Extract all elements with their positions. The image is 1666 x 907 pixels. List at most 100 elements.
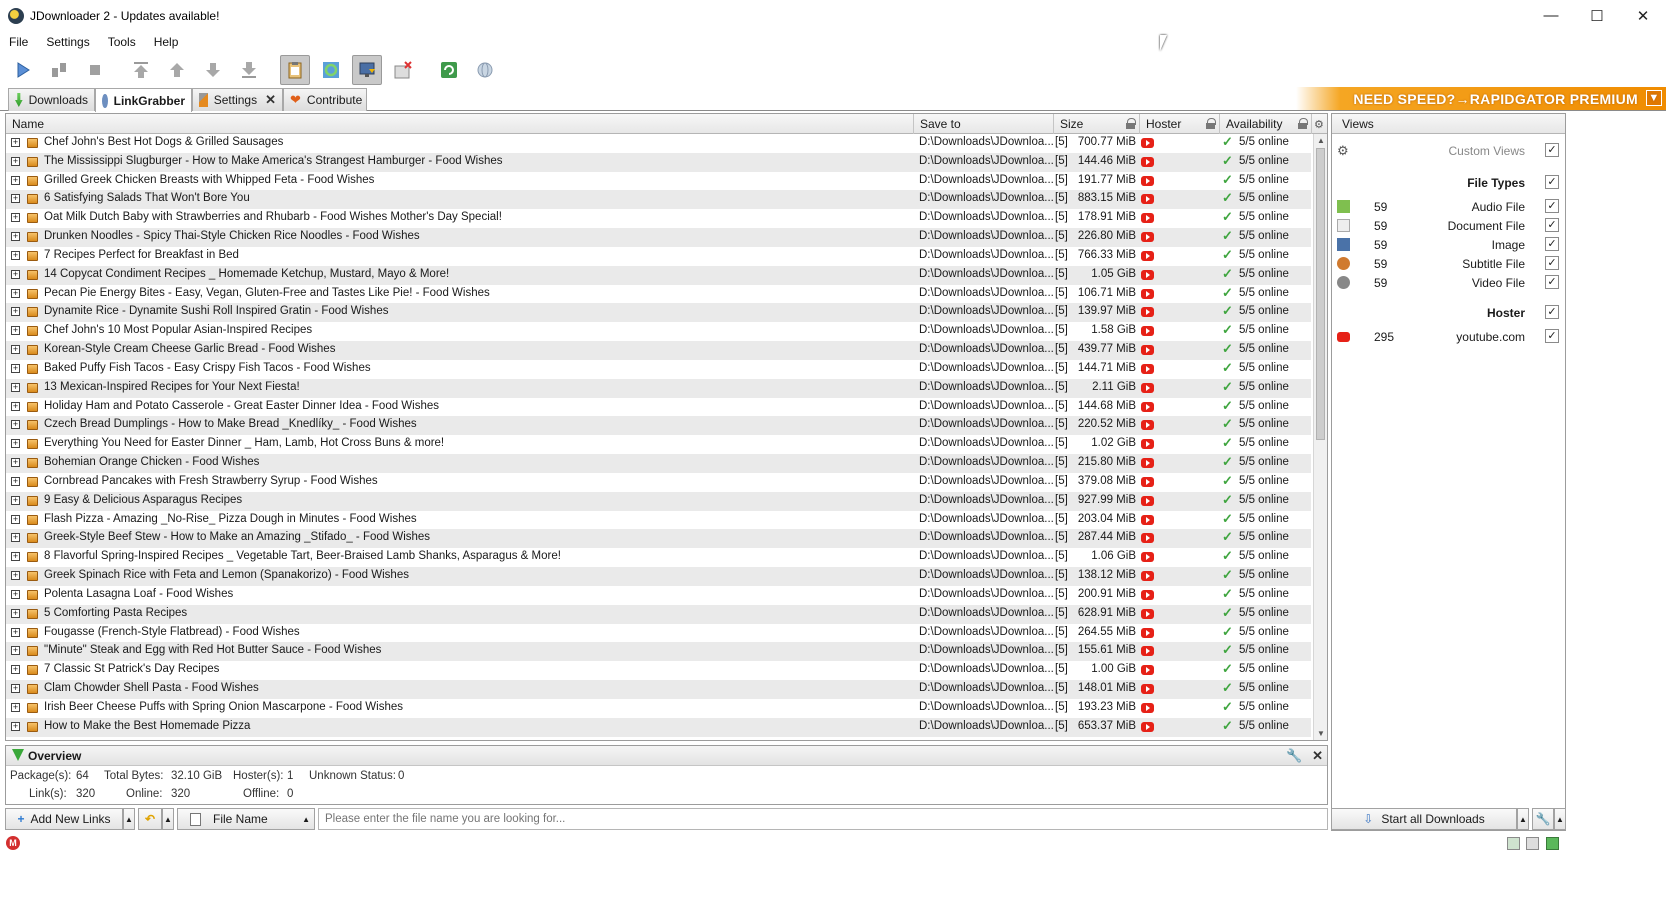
expand-icon[interactable]: + (11, 382, 20, 392)
custom-views-checkbox[interactable]: ✓ (1545, 143, 1559, 157)
column-hoster[interactable]: Hoster (1140, 114, 1220, 134)
table-row[interactable]: + Bohemian Orange Chicken - Food Wishes D:… (6, 454, 1311, 473)
expand-icon[interactable]: + (11, 250, 20, 260)
table-row[interactable]: + The Mississippi Slugburger - How to Mak… (6, 152, 1311, 172)
move-to-bottom-button[interactable] (234, 55, 264, 85)
table-row[interactable]: + Czech Bread Dumplings - How to Make Bre… (6, 416, 1311, 436)
table-row[interactable]: +13 Mexican-Inspired Recipes for Your Ne… (6, 378, 1311, 398)
expand-icon[interactable]: + (11, 138, 20, 147)
auto-start-button[interactable] (352, 55, 382, 85)
expand-icon[interactable]: + (11, 213, 20, 223)
scroll-up-icon[interactable]: ▲ (1317, 136, 1325, 145)
pause-downloads-button[interactable] (44, 55, 74, 85)
table-row[interactable]: +14 Copycat Condiment Recipes _ Homemade… (6, 265, 1311, 285)
move-to-top-button[interactable] (126, 55, 156, 85)
tab-downloads[interactable]: Downloads (8, 88, 95, 111)
expand-icon[interactable]: + (11, 552, 20, 562)
maximize-button[interactable]: ☐ (1574, 0, 1620, 31)
table-row[interactable]: + Everything You Need for Easter Dinner _… (6, 435, 1311, 454)
expand-icon[interactable]: + (11, 439, 20, 449)
expand-icon[interactable]: + (11, 175, 20, 185)
expand-icon[interactable]: + (11, 684, 20, 694)
table-row[interactable]: + Dynamite Rice - Dynamite Sushi Roll Ins… (6, 303, 1311, 323)
expand-icon[interactable]: + (11, 288, 20, 298)
undo-button[interactable]: ↶ (138, 808, 162, 830)
expand-icon[interactable]: + (11, 269, 20, 279)
table-row[interactable]: +7 Recipes Perfect for Breakfast in Bed D… (6, 247, 1311, 266)
tray-icon-3[interactable] (1546, 837, 1559, 850)
file-type-checkbox[interactable]: ✓ (1545, 199, 1559, 213)
expand-icon[interactable]: + (11, 721, 20, 731)
expand-icon[interactable]: + (11, 458, 20, 468)
menu-file[interactable]: File (0, 35, 37, 49)
file-type-row[interactable]: 59 Document File ✓ (1332, 216, 1565, 235)
table-row[interactable]: + Greek Spinach Rice with Feta and Lemon … (6, 567, 1311, 586)
scrollbar-thumb[interactable] (1316, 148, 1325, 440)
table-row[interactable]: + Holiday Ham and Potato Casserole - Grea… (6, 398, 1311, 417)
table-row[interactable]: + Drunken Noodles - Spicy Thai-Style Chic… (6, 228, 1311, 247)
file-type-row[interactable]: 59 Video File ✓ (1332, 273, 1565, 292)
table-row[interactable]: + Polenta Lasagna Loaf - Food Wishes D:\Do… (6, 586, 1311, 605)
premium-banner[interactable]: NEED SPEED?→RAPIDGATOR PREMIUM ▼ (1296, 87, 1666, 110)
expand-icon[interactable]: + (11, 533, 20, 543)
column-size[interactable]: Size (1054, 114, 1140, 134)
table-row[interactable]: + Clam Chowder Shell Pasta - Food Wishes D… (6, 680, 1311, 699)
expand-icon[interactable]: + (11, 363, 20, 373)
hoster-youtube-row[interactable]: 295 youtube.com ✓ (1332, 327, 1565, 346)
tab-contribute[interactable]: ❤ Contribute (283, 88, 367, 111)
custom-views-row[interactable]: ⚙ Custom Views ✓ (1332, 141, 1565, 160)
file-type-checkbox[interactable]: ✓ (1545, 256, 1559, 270)
tools-button[interactable]: 🔧 (1532, 808, 1554, 830)
vertical-scrollbar[interactable]: ▲ ▼ (1313, 134, 1327, 740)
menu-settings[interactable]: Settings (37, 35, 98, 49)
expand-icon[interactable]: + (11, 627, 20, 637)
table-row[interactable]: + Fougasse (French-Style Flatbread) - Foo… (6, 624, 1311, 643)
expand-icon[interactable]: + (11, 156, 20, 166)
undo-dropdown[interactable]: ▲ (162, 808, 174, 830)
column-name[interactable]: Name (6, 114, 914, 134)
expand-icon[interactable]: + (11, 401, 20, 411)
expand-icon[interactable]: + (11, 194, 20, 204)
expand-icon[interactable]: + (11, 232, 20, 242)
expand-icon[interactable]: + (11, 476, 20, 486)
add-links-dropdown[interactable]: ▲ (123, 808, 135, 830)
expand-icon[interactable]: + (11, 702, 20, 712)
table-row[interactable]: + Baked Puffy Fish Tacos - Easy Crispy Fi… (6, 360, 1311, 379)
tab-linkgrabber[interactable]: LinkGrabber (95, 88, 192, 112)
table-row[interactable]: +9 Easy & Delicious Asparagus Recipes D:\… (6, 491, 1311, 511)
search-input[interactable] (319, 809, 1327, 829)
move-up-button[interactable] (162, 55, 192, 85)
expand-icon[interactable]: + (11, 495, 20, 505)
close-button[interactable]: ✕ (1620, 0, 1666, 31)
table-row[interactable]: + Greek-Style Beef Stew - How to Make an … (6, 529, 1311, 549)
expand-icon[interactable]: + (11, 420, 20, 430)
file-type-row[interactable]: 59 Audio File ✓ (1332, 197, 1565, 216)
expand-icon[interactable]: + (11, 665, 20, 675)
start-downloads-button[interactable] (8, 55, 38, 85)
tab-settings[interactable]: Settings ✕ (192, 88, 283, 111)
scroll-down-icon[interactable]: ▼ (1317, 729, 1325, 738)
table-row[interactable]: + Korean-Style Cream Cheese Garlic Bread … (6, 341, 1311, 360)
table-row[interactable]: + "Minute" Steak and Egg with Red Hot But… (6, 642, 1311, 662)
tray-icon-2[interactable] (1526, 837, 1539, 850)
column-save-to[interactable]: Save to (914, 114, 1054, 134)
expand-icon[interactable]: + (11, 589, 20, 599)
table-row[interactable]: +8 Flavorful Spring-Inspired Recipes _ V… (6, 548, 1311, 567)
hoster-youtube-checkbox[interactable]: ✓ (1545, 329, 1559, 343)
table-row[interactable]: +6 Satisfying Salads That Won't Bore You… (6, 190, 1311, 210)
clear-list-button[interactable] (388, 55, 418, 85)
wrench-icon[interactable]: 🔧 (1286, 748, 1302, 763)
expand-icon[interactable]: + (11, 608, 20, 618)
status-m-icon[interactable]: M (6, 836, 20, 850)
move-down-button[interactable] (198, 55, 228, 85)
tab-settings-close-icon[interactable]: ✕ (265, 92, 276, 108)
update-button[interactable] (434, 55, 464, 85)
table-row[interactable]: +7 Classic St Patrick's Day Recipes D:\Do… (6, 661, 1311, 680)
minimize-button[interactable]: — (1528, 0, 1574, 31)
table-row[interactable]: +5 Comforting Pasta Recipes D:\Downloads\… (6, 604, 1311, 624)
expand-icon[interactable]: + (11, 326, 20, 336)
table-row[interactable]: + Pecan Pie Energy Bites - Easy, Vegan, G… (6, 285, 1311, 304)
column-availability[interactable]: Availability (1220, 114, 1312, 134)
table-row[interactable]: + Oat Milk Dutch Baby with Strawberries a… (6, 209, 1311, 228)
clipboard-observer-button[interactable] (280, 55, 310, 85)
